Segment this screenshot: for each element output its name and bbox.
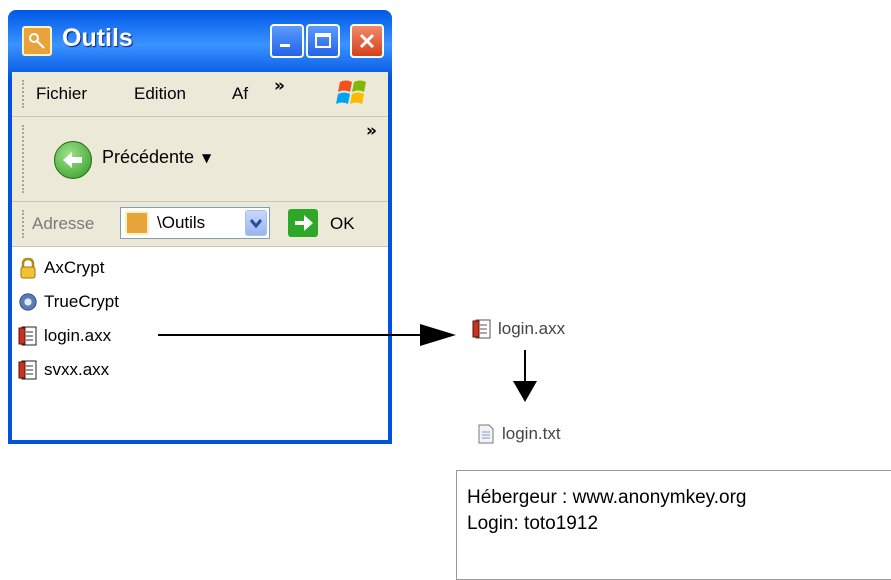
arrow-down-head bbox=[513, 381, 537, 402]
note-line-login: Login: toto1912 bbox=[467, 513, 599, 534]
encrypted-file-icon bbox=[472, 319, 491, 339]
decrypted-file-name: login.txt bbox=[502, 424, 561, 443]
note-line-host: Hébergeur : www.anonymkey.org bbox=[467, 487, 747, 508]
credentials-note: Hébergeur : www.anonymkey.org Login: tot… bbox=[456, 470, 891, 580]
encrypted-file-name: login.axx bbox=[498, 319, 566, 338]
text-file-icon bbox=[478, 424, 494, 444]
arrow-right-head bbox=[420, 324, 456, 346]
encrypted-file: login.axx bbox=[472, 318, 565, 340]
decrypted-file: login.txt bbox=[476, 423, 561, 445]
